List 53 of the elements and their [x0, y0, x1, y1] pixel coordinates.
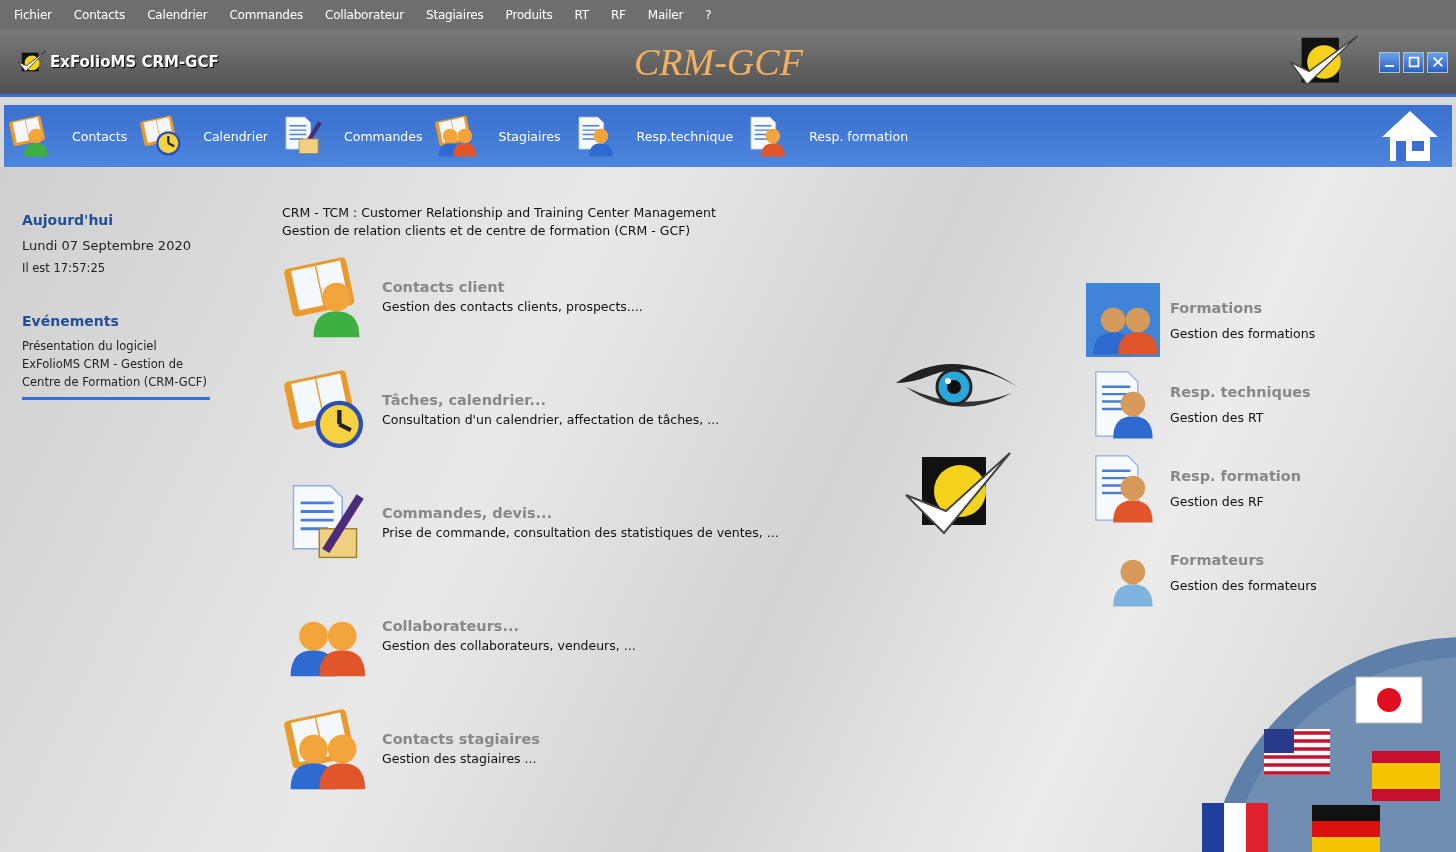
module-description: Prise de commande, consultation des statistiques de ventes, ...	[382, 525, 779, 540]
module-description: Gestion des collaborateurs, vendeurs, ...	[382, 638, 636, 653]
module-description: Consultation d'un calendrier, affectation de tâches, ...	[382, 412, 720, 427]
logo-text: CRM-GCF	[634, 40, 803, 84]
module-title[interactable]: Formations	[1170, 299, 1316, 316]
menu-item[interactable]: Collaborateur	[316, 8, 418, 22]
module-description: Gestion des RT	[1170, 409, 1265, 425]
module-description: Gestion des contacts clients, prospects....	[382, 299, 643, 314]
menu-item[interactable]: RT	[566, 8, 603, 22]
maximize-icon	[1406, 55, 1421, 69]
intro-text: Gestion de relation clients et de centre de formation (CRM - GCF)	[282, 222, 692, 240]
module-title[interactable]: Contacts client	[382, 279, 643, 295]
module-description: Gestion des stagiaires ...	[382, 751, 538, 766]
menu-item[interactable]: Commandes	[221, 8, 317, 22]
toolbar-link[interactable]: Commandes	[344, 128, 423, 144]
section-heading: Aujourd'hui	[22, 212, 115, 228]
menu-item[interactable]: Contacts	[65, 8, 140, 22]
menu-item[interactable]: Mailer	[639, 8, 698, 22]
event-text[interactable]: Présentation du logiciel ExFolioMS CRM - Gestion de Centre de Formation (CRM-GCF)	[22, 337, 210, 400]
app-title: ExFolioMS CRM-GCF	[50, 53, 219, 71]
toolbar-link[interactable]: Resp. formation	[809, 128, 909, 144]
module-title[interactable]: Commandes, devis...	[382, 505, 779, 521]
intro-text: CRM - TCM : Customer Relationship and Training Center Management	[282, 204, 717, 222]
maximize-button[interactable]	[1403, 51, 1424, 73]
home-icon[interactable]	[1380, 109, 1440, 163]
time-text: Il est 17:57:25	[22, 261, 107, 275]
date-text: Lundi 07 Septembre 2020	[22, 238, 192, 253]
toolbar-link[interactable]: Calendrier	[203, 128, 268, 144]
close-button[interactable]	[1427, 51, 1448, 73]
module-title[interactable]: Collaborateurs...	[382, 618, 636, 634]
module-description: Gestion des RF	[1170, 493, 1265, 509]
menu-item[interactable]: RF	[602, 8, 640, 22]
module-title[interactable]: Formateurs	[1170, 551, 1317, 568]
toolbar-link[interactable]: Resp.technique	[636, 128, 734, 144]
module-title[interactable]: Tâches, calendrier...	[382, 392, 720, 408]
module-title[interactable]: Resp. formation	[1170, 467, 1302, 484]
module-title[interactable]: Resp. techniques	[1170, 383, 1311, 400]
menu-item[interactable]: Stagiaires	[417, 8, 498, 22]
menu-item[interactable]: Produits	[497, 8, 567, 22]
minimize-icon	[1385, 65, 1394, 67]
section-heading: Evénements	[22, 313, 120, 329]
menu-item[interactable]: Calendrier	[139, 8, 222, 22]
toolbar-link[interactable]: Stagiaires	[498, 128, 561, 144]
module-description: Gestion des formations	[1170, 325, 1316, 341]
menu-item[interactable]: ?	[697, 8, 726, 22]
checkmark-logo-icon	[16, 49, 48, 75]
checkmark-icon[interactable]	[902, 451, 1012, 535]
toolbar-link[interactable]: Contacts	[72, 128, 128, 144]
module-description: Gestion des formateurs	[1170, 577, 1317, 593]
menu-item[interactable]: Fichier	[6, 8, 66, 22]
close-icon	[1430, 55, 1445, 69]
module-title[interactable]: Contacts stagiaires	[382, 731, 540, 747]
minimize-button[interactable]	[1379, 51, 1400, 73]
